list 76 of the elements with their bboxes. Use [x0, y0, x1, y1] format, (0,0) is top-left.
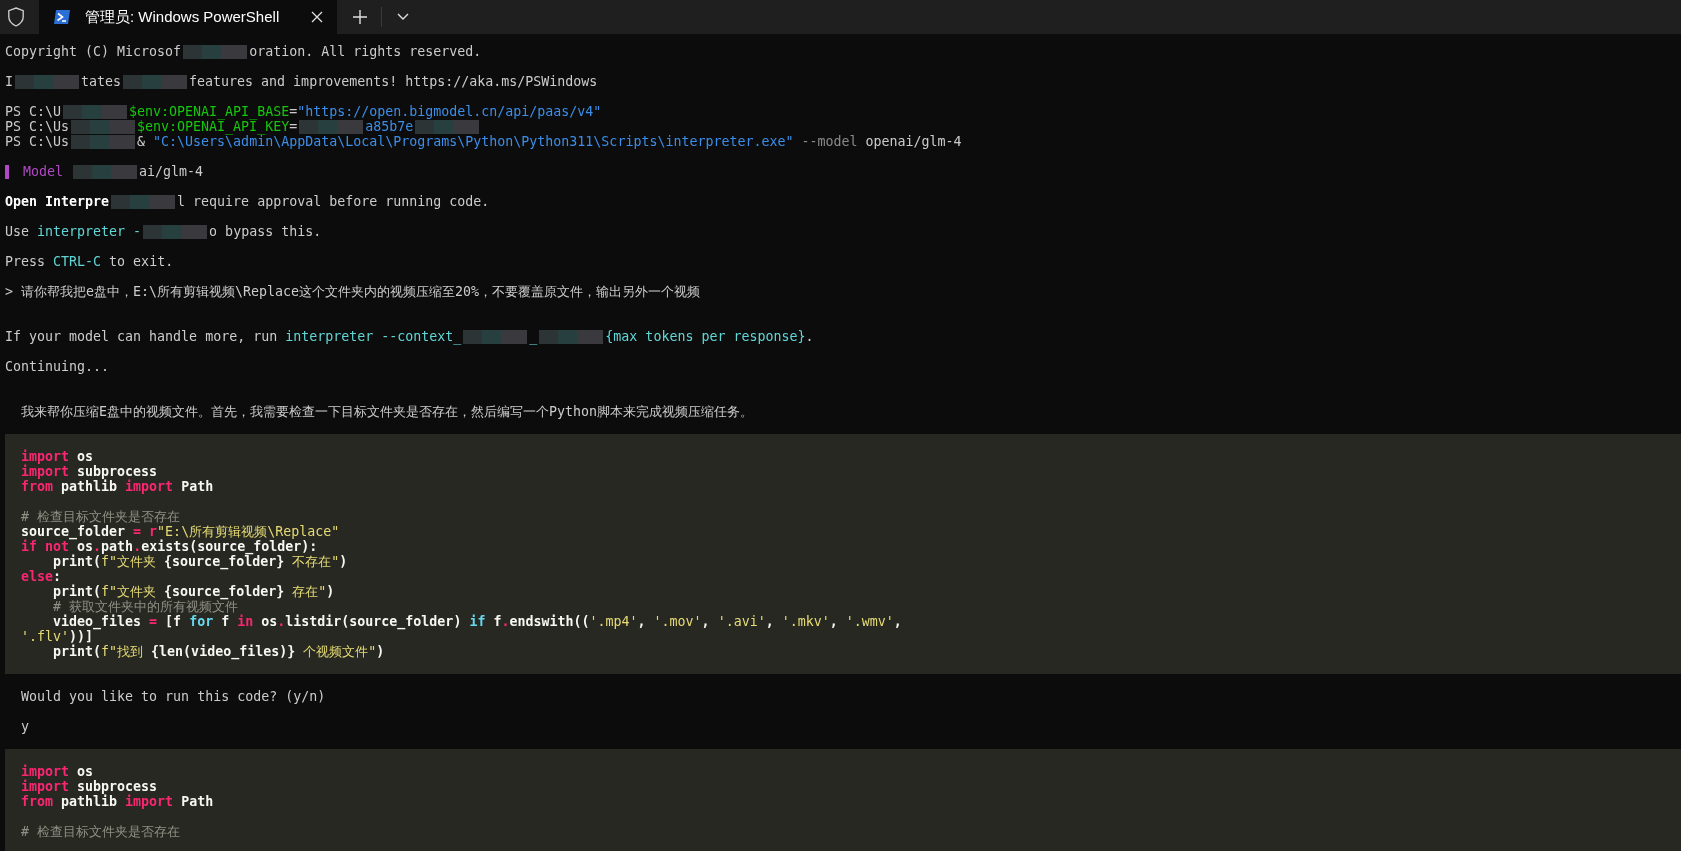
terminal-text: l require approval before running code.	[177, 194, 490, 209]
terminal-text: features and improvements! https://aka.ms/PSWindows	[189, 74, 598, 89]
redaction-blur	[415, 119, 480, 134]
terminal-text: y	[20, 719, 30, 734]
terminal-text: "https://open.bigmodel.cn/api/paas/v4"	[297, 104, 602, 119]
code-line: import subprocess	[21, 464, 158, 479]
terminal-text: Use	[5, 224, 31, 239]
terminal-text: interpreter -	[37, 224, 142, 239]
terminal-text: --model	[800, 134, 858, 149]
terminal-text: &	[137, 134, 146, 149]
terminal-text: Copyright (C) Microsof	[5, 44, 182, 59]
code-line: source_folder = r"E:\所有剪辑视频\Replace"	[21, 524, 341, 539]
redaction-blur	[299, 119, 364, 134]
code-line: import os	[21, 764, 95, 779]
powershell-icon	[53, 9, 71, 25]
terminal-text: "C:\Users\admin\AppData\Local\Programs\Python\Python311\Scripts\interpreter.exe"	[153, 134, 794, 149]
redaction-blur	[73, 164, 138, 179]
terminal-text: Continuing...	[5, 359, 110, 374]
redaction-blur	[63, 104, 128, 119]
code-line: else:	[21, 569, 63, 584]
marker-bar	[5, 164, 9, 179]
terminal-text: 我来帮你压缩E盘中的视频文件。首先，我需要检查一下目标文件夹是否存在，然后编写一个Python脚本来完成视频压缩任务。	[20, 404, 754, 419]
code-line: '.flv'))]	[21, 629, 94, 644]
code-line: print(f"文件夹 {source_folder} 存在")	[52, 584, 336, 599]
shield-icon[interactable]	[7, 7, 25, 27]
redaction-blur	[183, 44, 248, 59]
terminal-text: to exit.	[108, 254, 174, 269]
redaction-blur	[111, 194, 176, 209]
terminal-text: =	[289, 119, 298, 134]
redaction-blur	[463, 329, 528, 344]
close-icon[interactable]	[311, 11, 323, 23]
code-line: video_files = [f for f in os.listdir(source_folder) if f.endswith(('.mp4', '.mov', '.avi', '.mkv', '.wmv',	[53, 614, 903, 629]
terminal-text: > 请你帮我把e盘中，E:\所有剪辑视频\Replace这个文件夹内的视频压缩至20%，不要覆盖原文件，输出另外一个视频	[5, 284, 701, 299]
code-line: print(f"文件夹 {source_folder} 不存在")	[53, 554, 349, 569]
redaction-blur	[143, 224, 208, 239]
code-line: import subprocess	[21, 779, 158, 794]
code-line: print(f"找到 {len(video_files)} 个视频文件")	[52, 644, 386, 659]
code-line: from pathlib import Path	[21, 479, 215, 494]
code-line: if not os.path.exists(source_folder):	[21, 539, 318, 554]
code-line: import os	[21, 449, 95, 464]
terminal-text: {max tokens per response}	[605, 329, 806, 344]
terminal-text: o bypass this.	[209, 224, 322, 239]
code-line: # 获取文件夹中的所有视频文件	[52, 599, 239, 614]
terminal-text: Press	[5, 254, 47, 269]
redaction-blur	[71, 119, 136, 134]
terminal-text: oration. All rights reserved.	[249, 44, 482, 59]
terminal-text: $env:OPENAI_API_BASE	[129, 104, 290, 119]
terminal-text: tates	[81, 74, 122, 89]
new-tab-icon[interactable]	[353, 10, 367, 24]
terminal-text: PS C:\U	[5, 104, 62, 119]
terminal-text: PS C:\Us	[5, 134, 70, 149]
terminal-text: Would you like to run this code? (y/n)	[20, 689, 326, 704]
dropdown-icon[interactable]	[397, 13, 409, 21]
terminal-text: interpreter --context_	[285, 329, 462, 344]
terminal-text: ai/glm-4	[139, 164, 204, 179]
terminal-text: $env:OPENAI_API_KEY	[137, 119, 290, 134]
terminal-text: Open Interpre	[5, 194, 110, 209]
terminal-text: I	[5, 74, 13, 89]
redaction-blur	[539, 329, 604, 344]
code-line: # 检查目标文件夹是否存在	[21, 824, 181, 839]
terminal-text: CTRL-C	[53, 254, 102, 269]
code-line: # 检查目标文件夹是否存在	[21, 509, 181, 524]
tab-title: 管理员: Windows PowerShell	[85, 7, 281, 27]
terminal-text: If your model can handle more, run	[5, 329, 279, 344]
redaction-blur	[123, 74, 188, 89]
redaction-blur	[15, 74, 79, 89]
terminal-tab[interactable]: 管理员: Windows PowerShell	[39, 0, 337, 34]
terminal-text: a85b7e	[365, 119, 414, 134]
terminal-text: openai/glm-4	[864, 134, 962, 149]
terminal-text: _	[529, 329, 538, 344]
terminal-text: Model	[22, 164, 65, 179]
terminal-text: =	[289, 104, 298, 119]
terminal-text: .	[805, 329, 814, 344]
code-line: from pathlib import Path	[21, 794, 215, 809]
terminal-text: PS C:\Us	[5, 119, 70, 134]
redaction-blur	[71, 134, 136, 149]
